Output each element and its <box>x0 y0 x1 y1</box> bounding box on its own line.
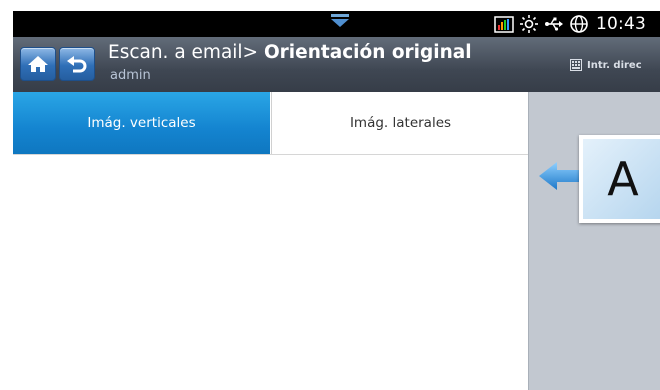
preview-panel: A <box>528 92 660 390</box>
orientation-tabs: Imág. verticales Imág. laterales <box>13 92 529 155</box>
home-button[interactable] <box>20 47 56 81</box>
usb-icon <box>545 17 563 31</box>
direct-entry-button[interactable]: Intr. direc <box>570 57 642 73</box>
signal-bars-icon <box>494 16 514 33</box>
direct-entry-label: Intr. direc <box>587 59 642 71</box>
brightness-icon <box>520 15 538 33</box>
globe-icon <box>570 15 588 33</box>
tab-lateral-images[interactable]: Imág. laterales <box>271 92 529 154</box>
home-icon <box>28 56 48 72</box>
content-body <box>13 155 528 390</box>
back-arrow-icon <box>67 56 87 73</box>
keyboard-icon <box>570 59 582 71</box>
top-margin <box>0 0 660 11</box>
user-name: admin <box>110 68 151 83</box>
breadcrumb[interactable]: Escan. a email> <box>108 42 258 63</box>
status-bar: 10:43 <box>13 11 660 37</box>
document-preview: A <box>579 135 660 223</box>
back-button[interactable] <box>59 47 95 81</box>
tab-vertical-images[interactable]: Imág. verticales <box>13 92 270 154</box>
header-bar: Escan. a email> Orientación original adm… <box>13 37 660 93</box>
current-page-title: Orientación original <box>263 42 472 63</box>
left-arrow-icon <box>539 162 583 190</box>
main-content: Imág. verticales Imág. laterales <box>13 92 529 390</box>
screen: 10:43 Escan. a email> Orientación origin… <box>0 0 660 390</box>
status-icons: 10:43 <box>494 13 646 35</box>
page-title: Escan. a email> Orientación original <box>108 42 472 63</box>
status-time: 10:43 <box>596 14 646 34</box>
drawer-handle-icon[interactable] <box>328 14 352 28</box>
